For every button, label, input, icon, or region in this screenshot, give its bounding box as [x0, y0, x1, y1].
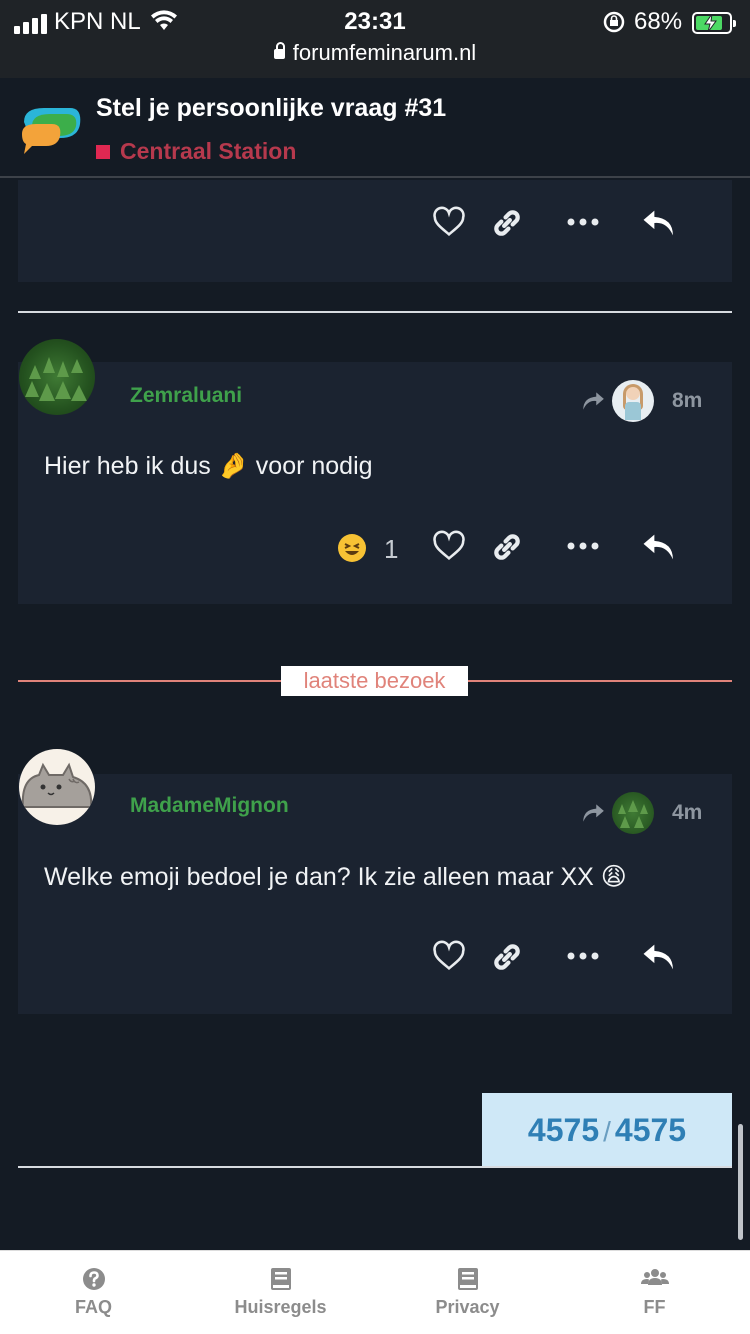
post-body: Welke emoji bedoel je dan? Ik zie alleen… — [44, 862, 627, 892]
reply-icon[interactable] — [640, 530, 678, 564]
nav-label: Privacy — [435, 1297, 500, 1317]
weary-face-emoji: 😩 — [600, 863, 627, 891]
post-separator — [18, 311, 732, 313]
forum-logo-icon[interactable] — [18, 100, 84, 156]
scrollbar[interactable] — [738, 1124, 743, 1240]
post-text: Hier heb ik dus — [44, 452, 211, 480]
rotation-lock-icon — [603, 11, 625, 33]
nav-label: Huisregels — [234, 1297, 327, 1317]
topic-title[interactable]: Stel je persoonlijke vraag #31 — [96, 94, 446, 123]
link-icon[interactable] — [490, 530, 524, 564]
post-meta: 8m — [580, 380, 702, 422]
link-icon[interactable] — [490, 940, 524, 974]
url-bar[interactable]: forumfeminarum.nl — [0, 40, 750, 66]
users-icon — [640, 1269, 669, 1285]
category-color-square — [96, 144, 110, 159]
post-time[interactable]: 4m — [672, 801, 702, 825]
nav-label: FF — [643, 1297, 666, 1317]
nav-item-ff[interactable]: FF — [561, 1251, 748, 1334]
nav-item-faq[interactable]: FAQ — [0, 1251, 187, 1334]
url-text: forumfeminarum.nl — [292, 40, 477, 65]
nav-item-huisregels[interactable]: Huisregels — [187, 1251, 374, 1334]
reply-to-avatar[interactable] — [612, 380, 654, 422]
avatar[interactable] — [19, 749, 95, 825]
more-options-icon[interactable] — [566, 534, 600, 558]
category-name: Centraal Station — [120, 138, 297, 164]
post-username[interactable]: MadameMignon — [130, 794, 289, 818]
more-options-icon[interactable] — [566, 944, 600, 968]
more-options-icon[interactable] — [566, 210, 600, 234]
progress-total: 4575 — [614, 1112, 687, 1148]
topic-header: Stel je persoonlijke vraag #31 Centraal … — [0, 78, 750, 178]
category-badge[interactable]: Centraal Station — [96, 138, 296, 165]
post-card-previous — [18, 180, 732, 282]
pinched-fingers-emoji: 🤌 — [217, 452, 249, 480]
book-icon — [457, 1268, 478, 1290]
post-card: MadameMignon 4m Welke emoji bedoel je da… — [18, 774, 732, 1014]
reaction-laughing-emoji[interactable] — [338, 534, 366, 562]
reply-to-arrow-icon — [583, 804, 604, 822]
nav-item-privacy[interactable]: Privacy — [374, 1251, 561, 1334]
post-username[interactable]: Zemraluani — [130, 384, 242, 408]
bottom-nav: FAQ Huisregels Privacy FF — [0, 1250, 750, 1334]
reply-to-avatar[interactable] — [612, 792, 654, 834]
avatar[interactable] — [19, 339, 95, 415]
post-time[interactable]: 8m — [672, 389, 702, 413]
progress-separator: / — [603, 1116, 611, 1147]
progress-current: 4575 — [527, 1112, 600, 1148]
status-bar: KPN NL 23:31 68% forumfeminarum.nl — [0, 0, 750, 78]
post-body: Hier heb ik dus 🤌 voor nodig — [44, 452, 373, 481]
question-circle-icon — [82, 1268, 105, 1290]
lock-icon — [273, 42, 285, 59]
reaction-count: 1 — [384, 534, 399, 564]
like-heart-icon[interactable] — [432, 530, 466, 564]
post-text-after: voor nodig — [255, 452, 373, 480]
last-visit-label: laatste bezoek — [281, 666, 468, 696]
reply-icon[interactable] — [640, 940, 678, 974]
like-heart-icon[interactable] — [432, 940, 466, 974]
post-text: Welke emoji bedoel je dan? Ik zie alleen… — [44, 863, 594, 891]
post-card: Zemraluani 8m Hier heb ik dus 🤌 voor nod… — [18, 362, 732, 604]
nav-label: FAQ — [74, 1297, 112, 1317]
book-icon — [270, 1268, 291, 1290]
like-heart-icon[interactable] — [432, 206, 466, 240]
reply-to-arrow-icon — [583, 392, 604, 410]
reply-icon[interactable] — [640, 206, 678, 240]
link-icon[interactable] — [490, 206, 524, 240]
battery-icon — [692, 12, 736, 34]
topic-end-line — [18, 1166, 732, 1168]
post-progress-counter[interactable]: 4575/4575 — [482, 1093, 732, 1167]
battery-percentage: 68% — [634, 8, 683, 35]
post-meta: 4m — [580, 792, 702, 834]
